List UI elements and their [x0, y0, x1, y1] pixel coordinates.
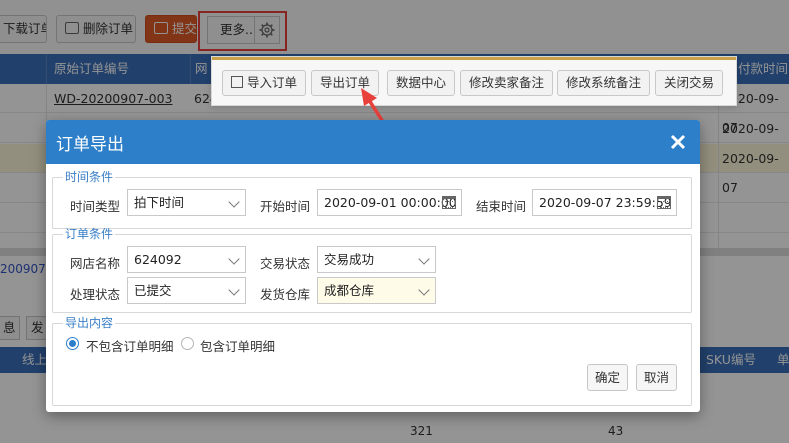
menu-item-label: 导入订单	[247, 75, 298, 90]
confirm-label: 确定	[594, 370, 620, 385]
dialog-title: 订单导出	[56, 135, 124, 155]
menu-item-edit-system-note[interactable]: 修改系统备注	[557, 70, 651, 96]
export-order-dialog: 订单导出 时间条件 时间类型 拍下时间 开始时间 2020-09-01 00:0…	[46, 120, 700, 412]
calendar-icon[interactable]	[442, 196, 456, 209]
end-time-label: 结束时间	[476, 199, 527, 214]
cancel-button[interactable]: 取消	[636, 364, 677, 391]
menu-item-label: 修改系统备注	[566, 75, 642, 90]
end-time-field[interactable]: 2020-09-07 23:59:59	[532, 189, 677, 216]
import-icon	[231, 76, 243, 88]
export-content-group: 导出内容	[52, 316, 692, 406]
export-content-legend: 导出内容	[65, 316, 114, 330]
menu-item-import-order[interactable]: 导入订单	[222, 70, 307, 96]
menu-item-label: 修改卖家备注	[469, 75, 545, 90]
process-status-label: 处理状态	[70, 287, 121, 302]
more-dropdown-menu: 导入订单 导出订单 数据中心 修改卖家备注 修改系统备注 关闭交易	[211, 56, 737, 106]
shop-name-select[interactable]: 624092	[127, 246, 246, 273]
radio-exclude-details[interactable]	[66, 337, 79, 350]
process-status-value: 已提交	[134, 283, 172, 298]
process-status-select[interactable]: 已提交	[127, 277, 246, 304]
warehouse-value: 成都仓库	[324, 283, 375, 298]
chevron-down-icon	[228, 284, 240, 296]
time-type-select[interactable]: 拍下时间	[127, 189, 246, 216]
time-type-value: 拍下时间	[134, 195, 185, 210]
chevron-down-icon	[418, 284, 430, 296]
end-time-value: 2020-09-07 23:59:59	[539, 195, 672, 210]
exclude-details-label[interactable]: 不包含订单明细	[86, 336, 174, 355]
chevron-down-icon	[228, 253, 240, 265]
time-type-label: 时间类型	[70, 199, 121, 214]
order-conditions-legend: 订单条件	[65, 227, 114, 241]
chevron-down-icon	[228, 196, 240, 208]
confirm-button[interactable]: 确定	[587, 364, 628, 391]
shop-name-label: 网店名称	[70, 256, 121, 271]
radio-include-details[interactable]	[181, 337, 194, 350]
trade-status-label: 交易状态	[260, 256, 311, 271]
shop-name-value: 624092	[134, 252, 182, 267]
start-time-value: 2020-09-01 00:00:00	[324, 195, 457, 210]
start-time-field[interactable]: 2020-09-01 00:00:00	[317, 189, 462, 216]
trade-status-value: 交易成功	[324, 252, 375, 267]
include-details-label[interactable]: 包含订单明细	[200, 336, 275, 355]
warehouse-label: 发货仓库	[260, 287, 311, 302]
menu-item-edit-seller-note[interactable]: 修改卖家备注	[460, 70, 554, 96]
calendar-icon[interactable]	[657, 196, 671, 209]
chevron-down-icon	[418, 253, 430, 265]
close-icon[interactable]	[666, 130, 690, 154]
start-time-label: 开始时间	[260, 199, 311, 214]
cancel-label: 取消	[643, 370, 669, 385]
dialog-header: 订单导出	[46, 120, 700, 164]
menu-item-label: 关闭交易	[664, 75, 715, 90]
trade-status-select[interactable]: 交易成功	[317, 246, 436, 273]
menu-item-close-trade[interactable]: 关闭交易	[655, 70, 724, 96]
time-conditions-legend: 时间条件	[65, 170, 114, 184]
warehouse-select[interactable]: 成都仓库	[317, 277, 436, 304]
